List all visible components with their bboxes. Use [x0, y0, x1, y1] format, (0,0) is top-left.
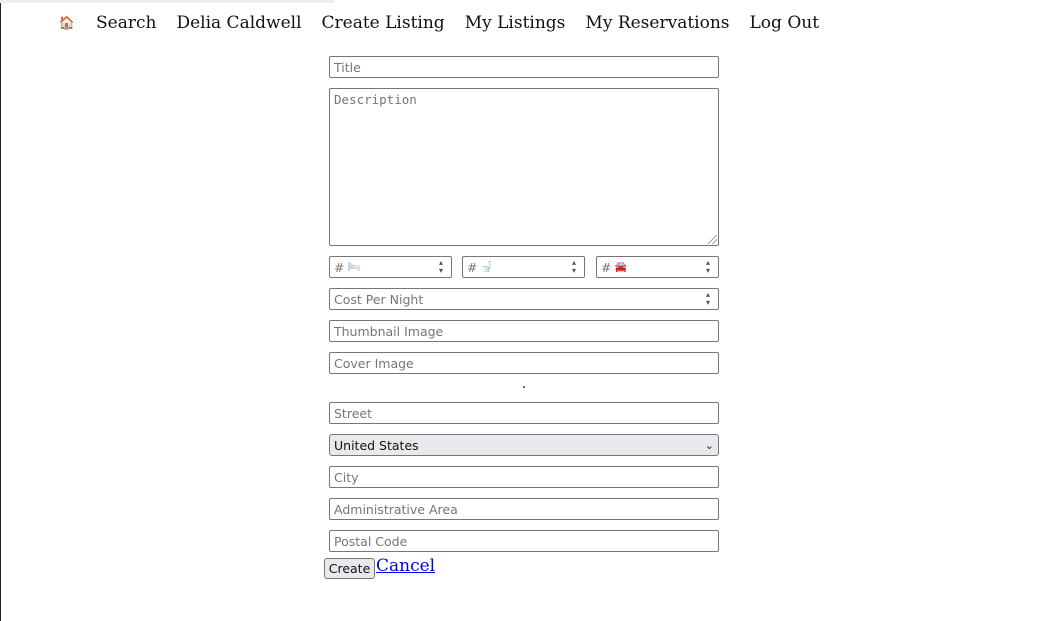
cover-image-input[interactable]: Cover Image [329, 352, 719, 374]
bathrooms-spinner-icon[interactable]: ▴ ▾ [567, 259, 581, 275]
title-placeholder: Title [334, 59, 361, 75]
title-input[interactable]: Title [329, 56, 719, 78]
bathrooms-prefix: # [467, 259, 478, 275]
nav-log-out-link[interactable]: Log Out [750, 13, 820, 33]
nav-create-listing-link[interactable]: Create Listing [322, 13, 445, 33]
description-textarea[interactable] [329, 88, 719, 246]
postal-code-input[interactable]: Postal Code [329, 530, 719, 552]
cover-placeholder: Cover Image [334, 355, 414, 371]
cancel-link[interactable]: Cancel [376, 556, 435, 576]
nav-user-link[interactable]: Delia Caldwell [176, 13, 301, 33]
postal-placeholder: Postal Code [334, 533, 408, 549]
car-icon: 🚘 [614, 261, 627, 273]
cost-placeholder: Cost Per Night [334, 291, 424, 307]
parking-input[interactable]: # 🚘 ▴ ▾ [596, 256, 719, 278]
city-input[interactable]: City [329, 466, 719, 488]
chevron-down-icon: ⌄ [704, 438, 714, 452]
thumbnail-placeholder: Thumbnail Image [334, 323, 444, 339]
home-icon[interactable]: 🏠 [58, 16, 76, 31]
bedrooms-input[interactable]: # 🛏 ▴ ▾ [329, 256, 452, 278]
thumbnail-image-input[interactable]: Thumbnail Image [329, 320, 719, 342]
toilet-icon: 🚽 [480, 261, 493, 273]
cost-per-night-input[interactable]: Cost Per Night ▴ ▾ [329, 288, 719, 310]
create-button[interactable]: Create [324, 558, 375, 579]
country-selected-value: United States [334, 437, 419, 453]
bathrooms-input[interactable]: # 🚽 ▴ ▾ [462, 256, 585, 278]
administrative-area-input[interactable]: Administrative Area [329, 498, 719, 520]
parking-spinner-icon[interactable]: ▴ ▾ [701, 259, 715, 275]
street-input[interactable]: Street [329, 402, 719, 424]
street-placeholder: Street [334, 405, 372, 421]
nav-my-listings-link[interactable]: My Listings [465, 13, 566, 33]
parking-prefix: # [601, 259, 612, 275]
cost-spinner-icon[interactable]: ▴ ▾ [701, 291, 715, 307]
top-navigation: 🏠 Search Delia Caldwell Create Listing M… [58, 13, 819, 33]
country-select[interactable]: United States ⌄ [329, 434, 719, 456]
admin-area-placeholder: Administrative Area [334, 501, 458, 517]
bed-icon: 🛏 [347, 261, 361, 273]
nav-search-link[interactable]: Search [96, 13, 156, 33]
nav-my-reservations-link[interactable]: My Reservations [585, 13, 729, 33]
bedrooms-spinner-icon[interactable]: ▴ ▾ [434, 259, 448, 275]
city-placeholder: City [334, 469, 359, 485]
bedrooms-prefix: # [334, 259, 345, 275]
top-strip [0, 0, 335, 3]
window-left-border [0, 0, 1, 621]
image-preview-dot [523, 386, 525, 388]
